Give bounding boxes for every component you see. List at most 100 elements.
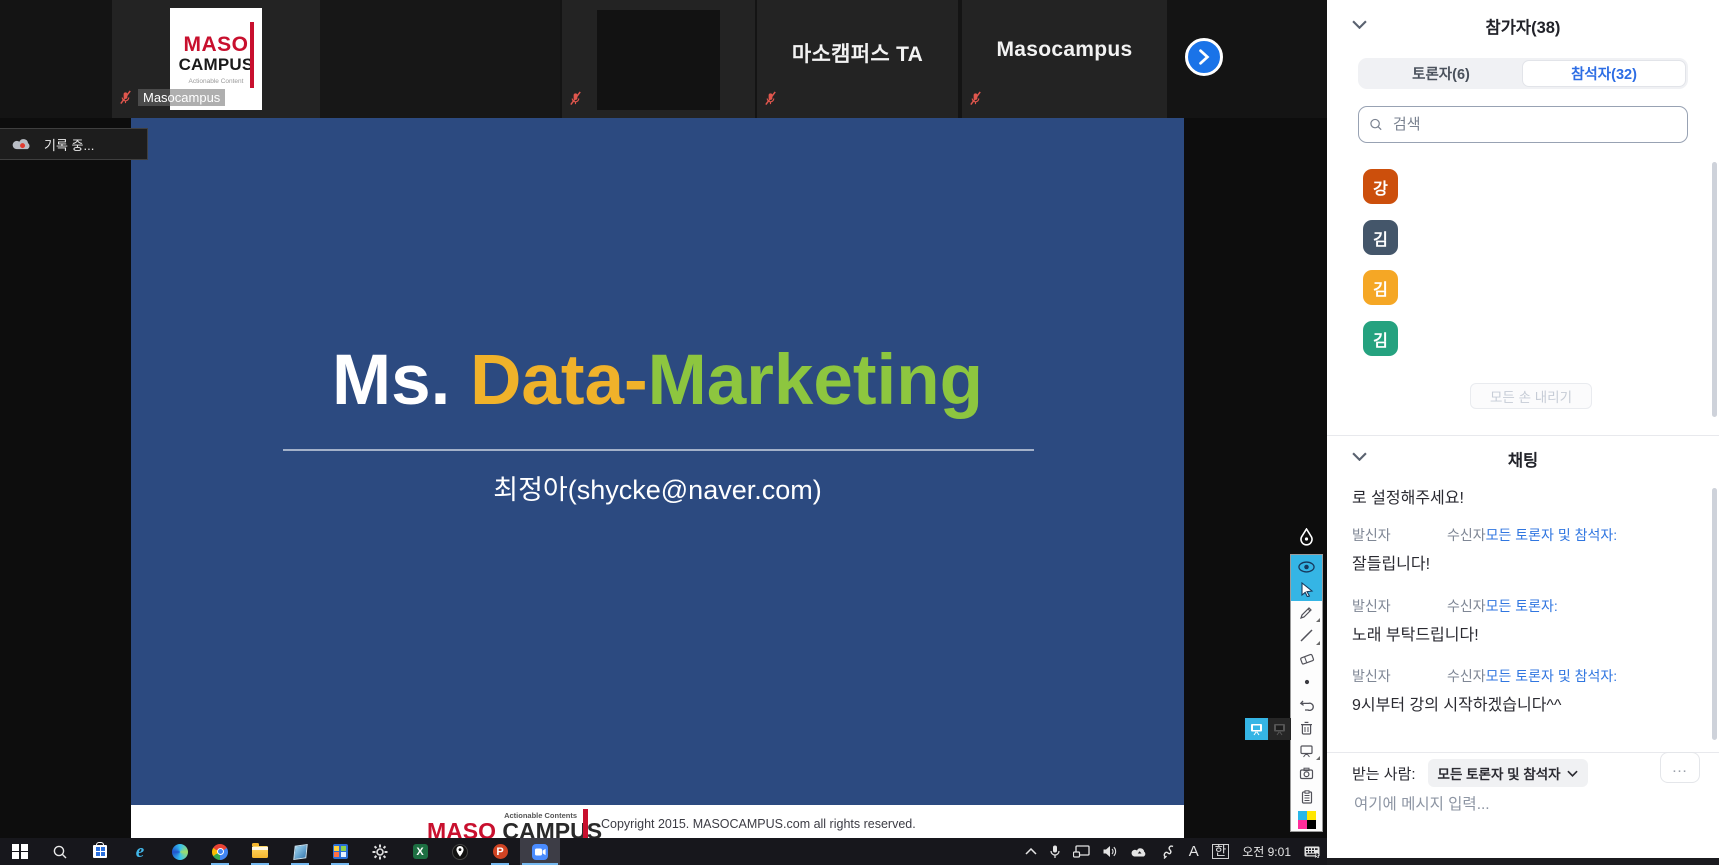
recording-indicator: 기록 중...	[0, 128, 148, 160]
search-input[interactable]	[1391, 115, 1677, 134]
participants-scrollbar[interactable]	[1712, 162, 1717, 417]
tray-chevron-up-icon[interactable]	[1025, 848, 1037, 855]
footer-copyright: Copyright 2015. MASOCAMPUS.com all right…	[601, 817, 916, 831]
side-panel: 참가자(38) 토론자(6) 참석자(32) 강 김 김 김 모든 손 내리기 …	[1327, 0, 1719, 858]
presentation-slide: Ms. Data-Marketing 최정아(shycke@naver.com)	[131, 118, 1184, 805]
start-button[interactable]	[0, 838, 40, 865]
annotation-handle[interactable]	[1289, 524, 1323, 552]
tray-ink-pen-icon[interactable]	[1162, 844, 1176, 859]
snapshot-camera-tool[interactable]	[1291, 762, 1322, 785]
line-tool[interactable]	[1291, 624, 1322, 647]
participant-avatar-2[interactable]: 김	[1363, 220, 1398, 255]
monitor-switcher	[1245, 718, 1291, 740]
panel-bottom-strip	[1327, 858, 1719, 865]
tray-onedrive-cloud-icon[interactable]	[1131, 846, 1149, 858]
file-explorer-icon[interactable]	[240, 838, 280, 865]
tray-ime-korean[interactable]: 한	[1212, 844, 1230, 859]
tray-mic-icon[interactable]	[1050, 845, 1060, 859]
monitor-1-button[interactable]	[1245, 718, 1268, 740]
chat-composer: 받는 사람: 모든 토론자 및 참석자	[1352, 759, 1697, 787]
video-tile-camera-dark[interactable]	[562, 0, 755, 118]
color-palette-tool[interactable]	[1291, 808, 1322, 831]
tray-cast-display-icon[interactable]	[1073, 845, 1090, 858]
composer-divider	[1327, 752, 1719, 753]
tray-volume-icon[interactable]	[1103, 845, 1118, 858]
lower-all-hands-button[interactable]: 모든 손 내리기	[1470, 383, 1592, 409]
video-tile-maso-ta[interactable]: 마소캠퍼스 TA	[757, 0, 958, 118]
title-ms: Ms.	[332, 341, 470, 420]
logo-text-maso: MASO	[184, 34, 249, 55]
media-grid-app-icon[interactable]	[320, 838, 360, 865]
internet-explorer-icon[interactable]: e	[120, 838, 160, 865]
undo-tool[interactable]	[1291, 693, 1322, 716]
clipboard-tool[interactable]	[1291, 785, 1322, 808]
mic-muted-icon	[118, 90, 133, 105]
screen-share-area: Ms. Data-Marketing 최정아(shycke@naver.com)…	[0, 118, 1327, 838]
pencil-tool[interactable]	[1291, 601, 1322, 624]
tab-panelists[interactable]: 토론자(6)	[1360, 60, 1522, 87]
title-divider	[283, 449, 1034, 451]
annotation-toolbar	[1290, 554, 1323, 832]
taskbar-search-button[interactable]	[40, 838, 80, 865]
video-tile-masocampus[interactable]: MASO CAMPUS Actionable Content Masocampu…	[112, 0, 320, 118]
recording-label: 기록 중...	[44, 135, 94, 154]
tab-attendees[interactable]: 참석자(32)	[1522, 60, 1686, 87]
participants-title: 참가자(38)	[1327, 14, 1719, 38]
powerpoint-icon[interactable]: P	[480, 838, 520, 865]
mic-muted-icon	[568, 91, 583, 106]
excel-icon[interactable]: X	[400, 838, 440, 865]
dark-video-feed	[597, 10, 720, 110]
chat-message: 발신자수신자모든 토론자 및 참석자: 잘들립니다!	[1352, 525, 1702, 574]
chevron-right-icon	[1197, 49, 1211, 65]
participant-avatar-4[interactable]: 김	[1363, 321, 1398, 356]
cursor-tool[interactable]	[1291, 578, 1322, 601]
footer-red-bar	[583, 809, 588, 838]
title-data: Data-	[470, 341, 648, 420]
video-tile-empty[interactable]	[320, 0, 560, 118]
spotlight-eye-tool[interactable]	[1291, 555, 1322, 578]
logo-tagline: Actionable Content	[189, 78, 244, 85]
send-to-dropdown[interactable]: 모든 토론자 및 참석자	[1428, 759, 1588, 787]
chat-message: 발신자수신자모든 토론자: 노래 부탁드립니다!	[1352, 596, 1702, 645]
tray-ime-alpha[interactable]: A	[1189, 843, 1199, 860]
eraser-tool[interactable]	[1291, 647, 1322, 670]
zoom-webinar-window: MASO CAMPUS Actionable Content Masocampu…	[0, 0, 1719, 865]
slide-title: Ms. Data-Marketing	[131, 340, 1184, 421]
participants-tabs: 토론자(6) 참석자(32)	[1358, 58, 1688, 89]
chat-more-button[interactable]: …	[1660, 752, 1700, 783]
microsoft-store-icon[interactable]	[80, 838, 120, 865]
photos-glass-icon[interactable]	[280, 838, 320, 865]
edge-icon[interactable]	[160, 838, 200, 865]
next-page-button[interactable]	[1185, 38, 1223, 76]
mic-muted-icon	[968, 91, 983, 106]
participant-search[interactable]	[1358, 106, 1688, 143]
participant-avatar-1[interactable]: 강	[1363, 169, 1398, 204]
whiteboard-tool[interactable]	[1291, 739, 1322, 762]
chat-message-input[interactable]	[1352, 795, 1692, 815]
video-thumbnail-strip: MASO CAMPUS Actionable Content Masocampu…	[0, 0, 1327, 118]
slide-footer: Actionable Contents MASO CAMPUS Copyrigh…	[131, 805, 1184, 838]
send-to-label: 받는 사람:	[1352, 763, 1416, 784]
windows-taskbar: e X	[0, 838, 1327, 865]
participant-avatar-3[interactable]: 김	[1363, 270, 1398, 305]
tray-clock[interactable]: 오전 9:01	[1242, 843, 1291, 860]
monitor-2-button[interactable]	[1268, 718, 1291, 740]
chat-title: 채팅	[1327, 447, 1719, 471]
settings-gear-icon[interactable]	[360, 838, 400, 865]
participant-name-label: Masocampus	[138, 89, 225, 106]
map-pin-icon[interactable]	[440, 838, 480, 865]
tray-touch-keyboard-icon[interactable]	[1304, 846, 1320, 858]
logo-red-bar	[250, 22, 254, 88]
chat-message: 발신자수신자모든 토론자 및 참석자: 9시부터 강의 시작하겠습니다^^	[1352, 666, 1702, 715]
chevron-down-icon	[1567, 770, 1578, 777]
dot-size-tool[interactable]	[1291, 670, 1322, 693]
section-divider	[1327, 435, 1719, 436]
search-icon	[1369, 117, 1383, 132]
chrome-icon[interactable]	[200, 838, 240, 865]
video-tile-masocampus-2[interactable]: Masocampus	[962, 0, 1167, 118]
title-marketing: Marketing	[648, 341, 983, 420]
chat-scrollbar[interactable]	[1712, 488, 1717, 740]
clear-trash-tool[interactable]	[1291, 716, 1322, 739]
mic-muted-icon	[763, 91, 778, 106]
zoom-app-icon[interactable]	[520, 838, 560, 865]
